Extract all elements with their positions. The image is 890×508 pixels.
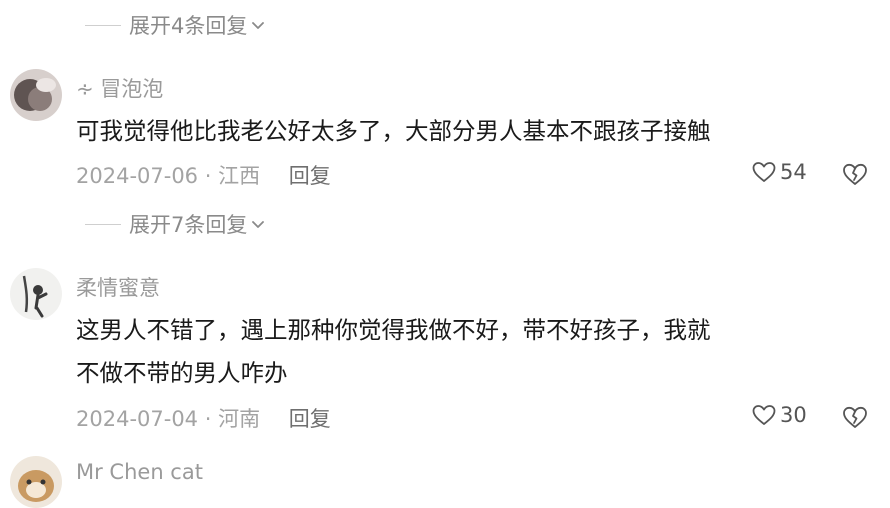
heart-outline-icon (752, 162, 776, 182)
expand-replies-label: 展开7条回复 (129, 213, 248, 237)
expand-replies-button[interactable]: 展开4条回复 (85, 10, 267, 40)
broken-heart-outline-icon[interactable] (841, 403, 869, 431)
comment-text-line: 这男人不错了，遇上那种你觉得我做不好，带不好孩子，我就 (76, 316, 711, 344)
comment-location: 河南 (218, 407, 261, 431)
comment-text: 可我觉得他比我老公好太多了，大部分男人基本不跟孩子接触 (76, 117, 711, 145)
broken-heart-outline-icon[interactable] (841, 160, 869, 188)
comment-date: 2024-07-06 (76, 164, 199, 188)
comment-username[interactable]: 柔情蜜意 (76, 272, 160, 302)
comment-username[interactable]: ∻ 冒泡泡 (76, 73, 163, 103)
like-button[interactable]: 54 (751, 160, 807, 184)
divider-dash (85, 223, 121, 225)
avatar[interactable] (10, 268, 62, 320)
heart-outline-icon (752, 405, 776, 425)
comment-meta: 2024-07-04 · 河南 回复 (76, 403, 331, 433)
divider-dash (85, 24, 121, 26)
reply-button[interactable]: 回复 (289, 164, 331, 188)
like-count: 54 (780, 160, 807, 184)
avatar[interactable] (10, 456, 62, 508)
expand-replies-button[interactable]: 展开7条回复 (85, 209, 267, 239)
meta-separator: · (204, 407, 219, 431)
like-button[interactable]: 30 (751, 403, 807, 427)
reply-button[interactable]: 回复 (289, 407, 331, 431)
comment-meta: 2024-07-06 · 江西 回复 (76, 160, 331, 190)
expand-replies-label: 展开4条回复 (129, 14, 248, 38)
chevron-down-icon (252, 221, 265, 228)
comment-date: 2024-07-04 (76, 407, 199, 431)
like-count: 30 (780, 403, 807, 427)
comment-text-line: 不做不带的男人咋办 (76, 359, 288, 387)
comment-username[interactable]: Mr Chen cat (76, 460, 203, 484)
comment-location: 江西 (218, 164, 261, 188)
avatar[interactable] (10, 69, 62, 121)
meta-separator: · (204, 164, 219, 188)
chevron-down-icon (252, 22, 265, 29)
